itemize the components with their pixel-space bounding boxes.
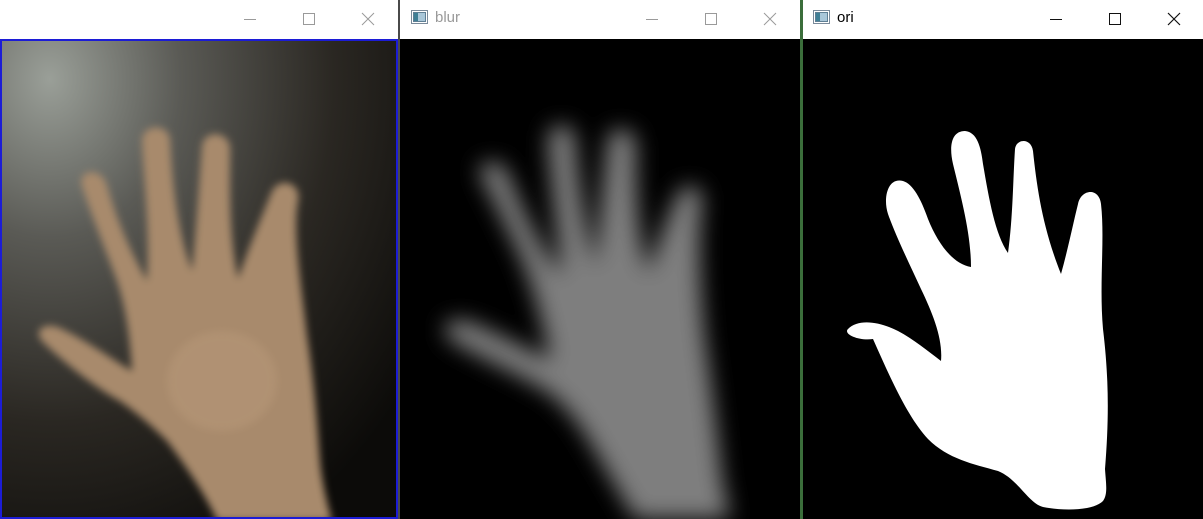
minimize-icon [646,19,658,20]
maximize-icon [303,13,315,25]
camera-maximize-button[interactable] [295,6,323,32]
blur-minimize-button[interactable] [638,6,666,32]
ori-window-titlebar[interactable]: ori [803,0,1203,38]
maximize-icon [705,13,717,25]
blur-maximize-button[interactable] [697,6,725,32]
minimize-icon [1050,19,1062,20]
camera-minimize-button[interactable] [236,6,264,32]
window-app-icon [411,10,428,24]
ori-close-button[interactable] [1160,6,1188,32]
blur-window-titlebar[interactable]: blur [400,0,800,38]
ori-window-title: ori [837,9,854,26]
close-icon [361,12,375,26]
close-icon [1167,12,1181,26]
camera-close-button[interactable] [354,6,382,32]
blur-window: blur [400,0,800,519]
camera-window-titlebar[interactable] [0,0,398,38]
close-icon [763,12,777,26]
window-app-icon [813,10,830,24]
camera-window [0,0,398,519]
blur-window-title: blur [435,9,461,26]
blurred-hand-image [400,39,800,519]
hand-photo [2,41,396,517]
minimize-icon [244,19,256,20]
ori-window: ori [803,0,1203,519]
blur-close-button[interactable] [756,6,784,32]
blur-image [400,39,800,519]
ori-maximize-button[interactable] [1101,6,1129,32]
camera-frame-image [0,39,398,519]
binary-hand-mask [803,39,1203,519]
ori-image [803,39,1203,519]
maximize-icon [1109,13,1121,25]
ori-minimize-button[interactable] [1042,6,1070,32]
